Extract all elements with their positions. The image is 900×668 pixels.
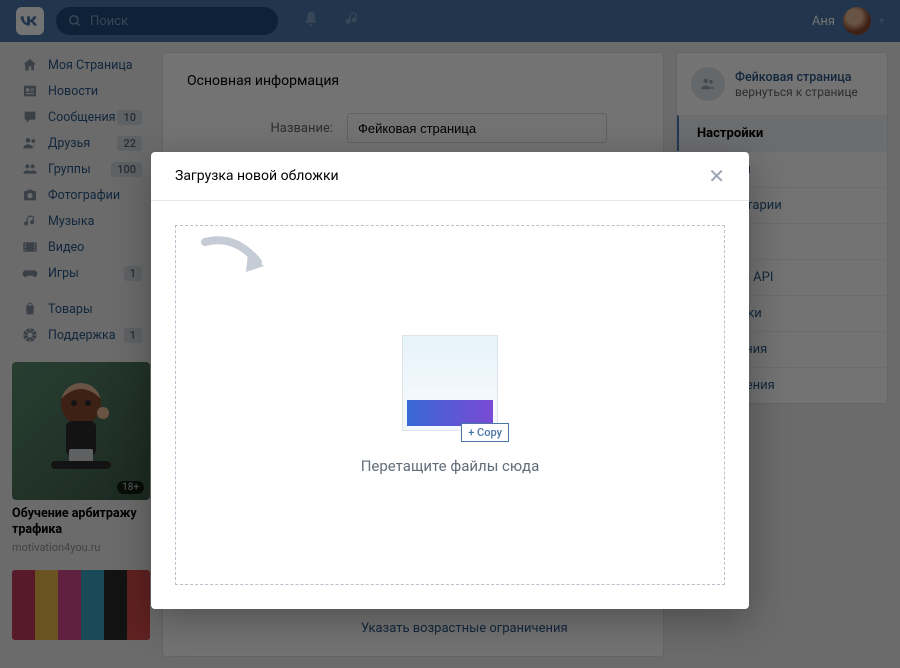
close-icon[interactable]: ✕ [708,166,725,186]
modal-overlay[interactable]: Загрузка новой обложки ✕ + Copy Перетащи… [0,0,900,668]
modal-header: Загрузка новой обложки ✕ [151,152,749,201]
file-thumbnail[interactable]: + Copy [402,335,498,431]
dropzone-text: Перетащите файлы сюда [361,457,540,475]
arrow-icon [200,234,270,284]
modal-body: + Copy Перетащите файлы сюда [151,201,749,609]
modal-title: Загрузка новой обложки [175,168,339,184]
upload-modal: Загрузка новой обложки ✕ + Copy Перетащи… [151,152,749,609]
copy-badge[interactable]: + Copy [461,423,509,442]
dropzone[interactable]: + Copy Перетащите файлы сюда [175,225,725,585]
